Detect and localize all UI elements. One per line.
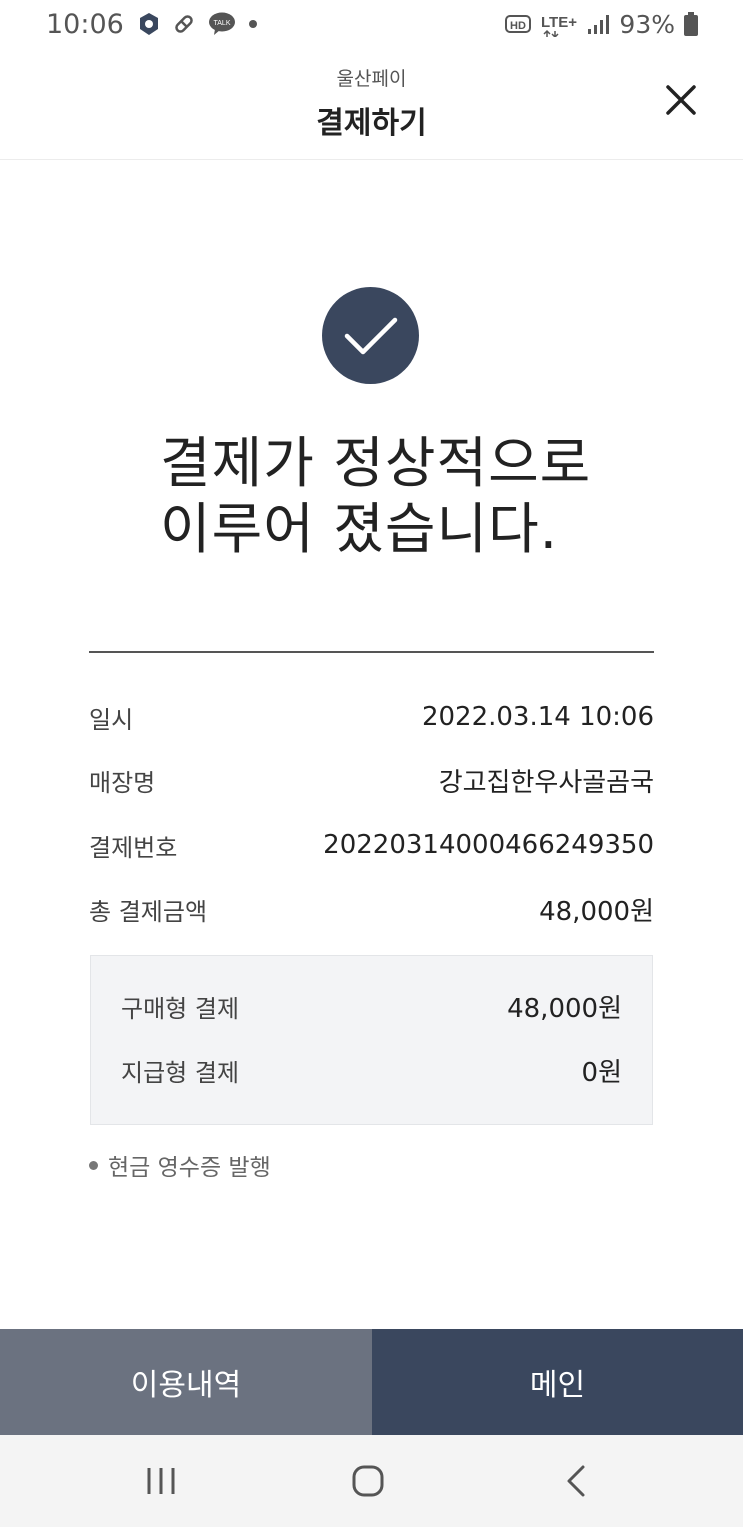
- hd-icon: HD: [505, 14, 532, 34]
- breakdown-label: 지급형 결제: [121, 1058, 240, 1087]
- detail-row-datetime: 일시 2022.03.14 10:06: [89, 697, 654, 737]
- dot-icon: [248, 19, 258, 29]
- breakdown-value: 0원: [581, 1057, 622, 1088]
- detail-row-store: 매장명 강고집한우사골곰국: [89, 760, 654, 800]
- back-icon: [567, 1465, 585, 1497]
- header-subtitle: 울산페이: [336, 68, 407, 90]
- shield-icon: [138, 12, 160, 36]
- breakdown-row-purchase: 구매형 결제 48,000원: [121, 986, 622, 1026]
- divider: [89, 651, 654, 653]
- status-right-group: HD LTE+ 93%: [505, 10, 699, 39]
- success-check-badge: [322, 287, 419, 384]
- system-nav-bar: [0, 1435, 743, 1527]
- status-time: 10:06: [46, 8, 124, 40]
- detail-value: 48,000원: [539, 896, 654, 927]
- checkmark-icon: [344, 317, 397, 354]
- hd-label: HD: [510, 20, 526, 32]
- payment-complete-screen: 10:06 TALK HD LTE+ 93% 울산페이 결제하기 결제가 정상적…: [0, 0, 743, 1527]
- cash-receipt-label: 현금 영수증 발행: [108, 1155, 271, 1181]
- recent-apps-button[interactable]: [131, 1455, 191, 1507]
- battery-icon: [683, 11, 699, 37]
- breakdown-value: 48,000원: [507, 993, 622, 1024]
- signal-icon: [587, 13, 611, 35]
- lte-icon: LTE+: [539, 11, 579, 37]
- breakdown-label: 구매형 결제: [121, 994, 240, 1023]
- detail-row-total-amount: 총 결제금액 48,000원: [89, 889, 654, 929]
- close-icon: [666, 85, 696, 115]
- pill-icon: [172, 12, 196, 36]
- main-button[interactable]: 메인: [372, 1329, 743, 1435]
- bullet-icon: [89, 1160, 98, 1170]
- status-bar: 10:06 TALK HD LTE+ 93%: [0, 0, 743, 48]
- payment-breakdown-box: 구매형 결제 48,000원 지급형 결제 0원: [90, 955, 653, 1125]
- success-message-line2: 이루어 졌습니다.: [160, 497, 559, 561]
- kakaotalk-icon: TALK: [208, 12, 236, 36]
- back-button[interactable]: [546, 1455, 606, 1507]
- breakdown-row-grant: 지급형 결제 0원: [121, 1050, 622, 1090]
- success-message: 결제가 정상적으로 이루어 졌습니다.: [160, 430, 660, 562]
- detail-label: 총 결제금액: [89, 897, 208, 926]
- history-button[interactable]: 이용내역: [0, 1329, 372, 1435]
- home-button[interactable]: [338, 1455, 398, 1507]
- success-message-line1: 결제가 정상적으로: [160, 431, 592, 495]
- lte-label: LTE+: [541, 14, 577, 31]
- app-header: 울산페이 결제하기: [0, 48, 743, 160]
- detail-label: 일시: [89, 705, 134, 734]
- recent-apps-icon: [147, 1468, 175, 1494]
- close-button[interactable]: [659, 78, 703, 122]
- cash-receipt-link[interactable]: 현금 영수증 발행: [89, 1148, 271, 1182]
- talk-label: TALK: [213, 20, 230, 27]
- detail-label: 결제번호: [89, 833, 178, 862]
- detail-label: 매장명: [89, 768, 156, 797]
- detail-value: 2022.03.14 10:06: [421, 702, 654, 732]
- detail-row-payment-number: 결제번호 20220314000466249350: [89, 825, 654, 865]
- detail-value: 20220314000466249350: [323, 830, 654, 860]
- home-icon: [352, 1465, 384, 1497]
- page-title: 결제하기: [316, 106, 427, 141]
- battery-text: 93%: [619, 9, 675, 39]
- detail-value: 강고집한우사골곰국: [438, 767, 654, 798]
